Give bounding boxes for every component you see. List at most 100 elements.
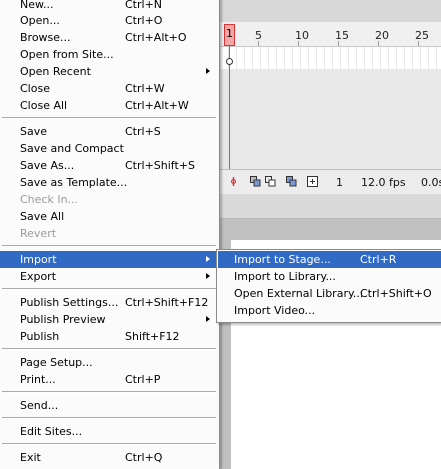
modify-onion-markers-icon[interactable] xyxy=(307,176,318,187)
onion-skin-outlines-icon[interactable] xyxy=(265,176,276,187)
menu-label: Close xyxy=(20,82,50,95)
menu-shortcut: Ctrl+Shift+S xyxy=(125,159,195,172)
menu-item-close[interactable]: Close Ctrl+W xyxy=(0,80,219,97)
menu-label: Save As... xyxy=(20,159,75,172)
ruler-tick xyxy=(418,41,419,46)
ruler-tick xyxy=(378,41,379,46)
submenu-arrow-icon xyxy=(206,256,210,262)
submenu-arrow-icon xyxy=(206,316,210,322)
menu-label: Open Recent xyxy=(20,65,91,78)
submenu-arrow-icon xyxy=(206,68,210,74)
frame-rate: 12.0 fps xyxy=(361,176,406,189)
menu-item-print[interactable]: Print... Ctrl+P xyxy=(0,371,219,388)
menu-label: Import xyxy=(20,253,57,266)
ruler-tick xyxy=(258,41,259,46)
menu-shortcut: Ctrl+N xyxy=(125,0,163,11)
timeline-frames[interactable] xyxy=(220,47,441,70)
edit-multiple-frames-icon[interactable] xyxy=(286,176,297,187)
current-frame: 1 xyxy=(336,176,343,189)
menu-item-page-setup[interactable]: Page Setup... xyxy=(0,354,219,371)
menu-item-save-as-template[interactable]: Save as Template... xyxy=(0,174,219,191)
menu-shortcut: Ctrl+O xyxy=(125,14,163,27)
file-menu: New... Ctrl+N Open... Ctrl+O Browse... C… xyxy=(0,0,220,469)
menu-label: Save xyxy=(20,125,48,138)
onion-skin-icon[interactable] xyxy=(250,176,261,187)
submenu-arrow-icon xyxy=(206,273,210,279)
menu-shortcut: Ctrl+Shift+O xyxy=(360,287,432,300)
menu-separator xyxy=(2,417,216,419)
menu-label: Publish xyxy=(20,330,60,343)
elapsed-time: 0.0s xyxy=(421,176,441,189)
menu-label: New... xyxy=(20,0,54,11)
menu-item-publish-preview[interactable]: Publish Preview xyxy=(0,311,219,328)
menu-shortcut: Ctrl+Shift+F12 xyxy=(125,296,209,309)
import-submenu: Import to Stage... Ctrl+R Import to Libr… xyxy=(216,249,441,323)
timeline-status-bar: 1 12.0 fps 0.0s xyxy=(220,169,441,195)
submenu-item-import-video[interactable]: Import Video... xyxy=(218,302,441,319)
menu-label: Save All xyxy=(20,210,65,223)
menu-label: Publish Preview xyxy=(20,313,106,326)
menu-item-open-recent[interactable]: Open Recent xyxy=(0,63,219,80)
menu-separator xyxy=(2,443,216,445)
menu-label: Exit xyxy=(20,451,41,464)
menu-item-browse[interactable]: Browse... Ctrl+Alt+O xyxy=(0,29,219,46)
menu-item-revert: Revert xyxy=(0,225,219,242)
menu-item-save[interactable]: Save Ctrl+S xyxy=(0,123,219,140)
menu-label: Publish Settings... xyxy=(20,296,119,309)
timeline-empty-layers xyxy=(220,69,441,169)
menu-label: Check In... xyxy=(20,193,79,206)
submenu-item-import-to-library[interactable]: Import to Library... xyxy=(218,268,441,285)
menu-separator xyxy=(2,391,216,393)
menu-label: Open from Site... xyxy=(20,48,114,61)
menu-item-publish-settings[interactable]: Publish Settings... Ctrl+Shift+F12 xyxy=(0,294,219,311)
menu-label: Open External Library... xyxy=(234,287,364,300)
menu-label: Import Video... xyxy=(234,304,316,317)
menu-label: Browse... xyxy=(20,31,71,44)
menu-separator xyxy=(2,245,216,247)
ruler-tick xyxy=(298,41,299,46)
menu-item-open-from-site[interactable]: Open from Site... xyxy=(0,46,219,63)
menu-separator xyxy=(2,348,216,350)
menu-label: Export xyxy=(20,270,57,283)
menu-shortcut: Ctrl+R xyxy=(360,253,397,266)
menu-label: Save as Template... xyxy=(20,176,128,189)
menu-separator xyxy=(2,117,216,119)
menu-label: Edit Sites... xyxy=(20,425,83,438)
ruler-tick xyxy=(338,41,339,46)
timeline-ruler[interactable]: 1 5 10 15 20 25 xyxy=(220,22,441,47)
menu-item-import[interactable]: Import xyxy=(0,251,219,268)
menu-label: Close All xyxy=(20,99,68,112)
menu-label: Import to Library... xyxy=(234,270,336,283)
menu-shortcut: Ctrl+Alt+W xyxy=(125,99,189,112)
menu-label: Save and Compact xyxy=(20,142,124,155)
menu-label: Send... xyxy=(20,399,59,412)
menu-shortcut: Ctrl+W xyxy=(125,82,165,95)
menu-label: Open... xyxy=(20,14,60,27)
submenu-item-open-external-library[interactable]: Open External Library... Ctrl+Shift+O xyxy=(218,285,441,302)
submenu-item-import-to-stage[interactable]: Import to Stage... Ctrl+R xyxy=(218,251,441,268)
menu-shortcut: Ctrl+Alt+O xyxy=(125,31,187,44)
playhead-frame-label: 1 xyxy=(226,27,233,40)
menu-item-edit-sites[interactable]: Edit Sites... xyxy=(0,423,219,440)
menu-shortcut: Ctrl+P xyxy=(125,373,161,386)
menu-item-exit[interactable]: Exit Ctrl+Q xyxy=(0,449,219,466)
menu-item-publish[interactable]: Publish Shift+F12 xyxy=(0,328,219,345)
menu-shortcut: Shift+F12 xyxy=(125,330,180,343)
menu-label: Page Setup... xyxy=(20,356,93,369)
center-frame-icon[interactable] xyxy=(228,176,239,187)
menu-item-save-and-compact[interactable]: Save and Compact xyxy=(0,140,219,157)
menu-separator xyxy=(2,288,216,290)
menu-item-save-all[interactable]: Save All xyxy=(0,208,219,225)
menu-shortcut: Ctrl+Q xyxy=(125,451,163,464)
menu-shortcut: Ctrl+S xyxy=(125,125,161,138)
menu-item-send[interactable]: Send... xyxy=(0,397,219,414)
stage-edit-bar xyxy=(220,194,441,219)
menu-label: Revert xyxy=(20,227,57,240)
menu-item-save-as[interactable]: Save As... Ctrl+Shift+S xyxy=(0,157,219,174)
keyframe-icon[interactable] xyxy=(226,58,233,65)
menu-item-open[interactable]: Open... Ctrl+O xyxy=(0,12,219,29)
menu-item-close-all[interactable]: Close All Ctrl+Alt+W xyxy=(0,97,219,114)
menu-item-export[interactable]: Export xyxy=(0,268,219,285)
menu-label: Print... xyxy=(20,373,56,386)
menu-item-check-in: Check In... xyxy=(0,191,219,208)
